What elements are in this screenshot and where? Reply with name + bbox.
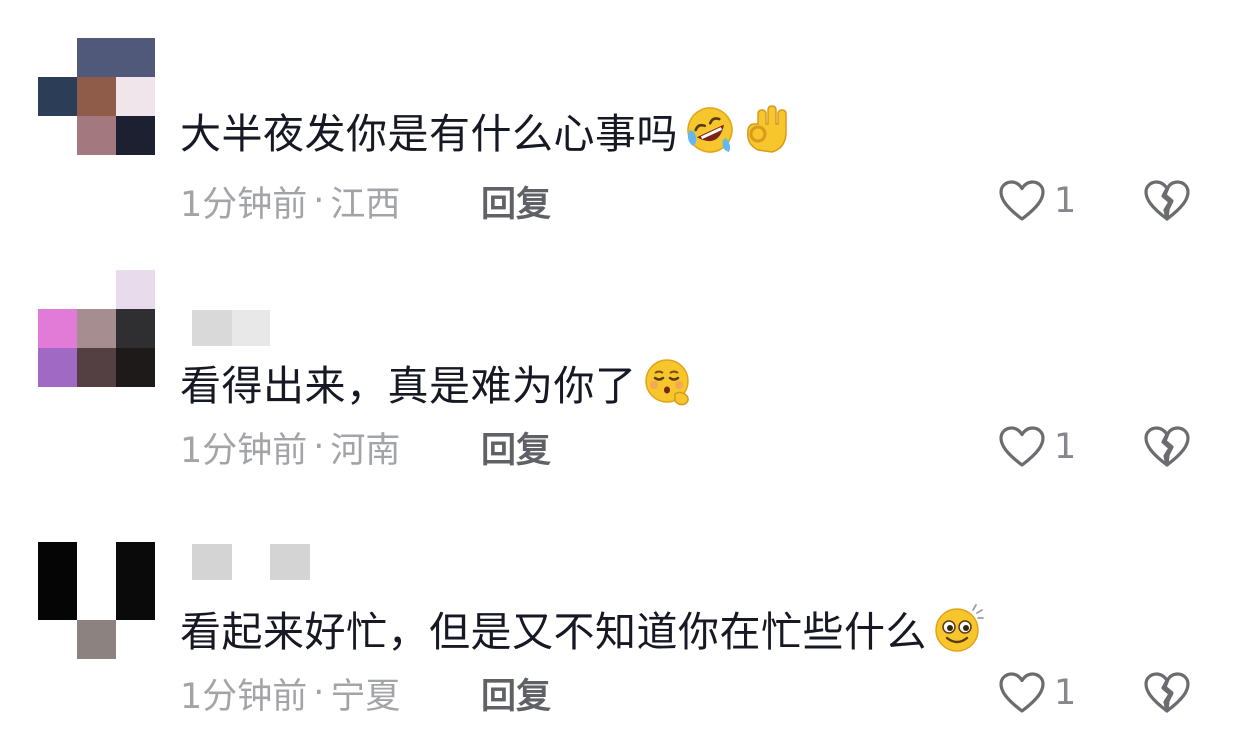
comment-location: 河南 bbox=[330, 430, 401, 471]
like-count: 1 bbox=[1054, 427, 1077, 467]
avatar-pixel bbox=[38, 542, 77, 620]
avatar-pixel bbox=[38, 309, 77, 348]
blur-block bbox=[232, 310, 270, 346]
avatar-pixel bbox=[116, 270, 155, 309]
reply-button[interactable]: 回复 bbox=[481, 178, 551, 225]
rofl-emoji-icon bbox=[684, 104, 736, 156]
avatar-pixel bbox=[77, 348, 116, 387]
dizzy-face-emoji-icon bbox=[933, 602, 985, 654]
comment-item: 大半夜发你是有什么心事吗 1分钟前 · 江西 回复 1 bbox=[0, 0, 1242, 246]
comment-text-row: 看起来好忙，但是又不知道你在忙些什么 bbox=[180, 598, 985, 658]
like-button[interactable]: 1 bbox=[998, 670, 1076, 716]
comment-location: 宁夏 bbox=[330, 676, 401, 717]
heart-outline-icon bbox=[999, 672, 1045, 713]
comment-time: 1分钟前 bbox=[180, 430, 308, 471]
heart-outline-icon bbox=[999, 180, 1045, 221]
avatar-pixel bbox=[77, 116, 116, 155]
avatar-pixel bbox=[116, 77, 155, 116]
comment-text-row: 大半夜发你是有什么心事吗 bbox=[180, 100, 794, 160]
blur-block bbox=[192, 310, 232, 346]
comment-text: 大半夜发你是有什么心事吗 bbox=[180, 110, 678, 158]
avatar[interactable] bbox=[38, 38, 155, 155]
avatar-pixel bbox=[38, 77, 77, 116]
heart-outline-icon bbox=[999, 426, 1045, 467]
broken-heart-icon bbox=[1144, 180, 1190, 221]
avatar[interactable] bbox=[38, 270, 155, 387]
avatar-pixel bbox=[38, 348, 77, 387]
comment-item: 看得出来，真是难为你了 1分钟前 · 河南 回复 1 bbox=[0, 246, 1242, 492]
dislike-button[interactable] bbox=[1142, 178, 1192, 224]
broken-heart-icon bbox=[1144, 426, 1190, 467]
broken-heart-icon bbox=[1144, 672, 1190, 713]
dislike-button[interactable] bbox=[1142, 424, 1192, 470]
avatar-pixel bbox=[116, 116, 155, 155]
avatar-pixel bbox=[77, 38, 155, 77]
hushed-face-emoji-icon bbox=[643, 356, 695, 408]
comment-text: 看得出来，真是难为你了 bbox=[180, 362, 637, 410]
ok-hand-emoji-icon bbox=[742, 104, 794, 156]
reply-button[interactable]: 回复 bbox=[481, 670, 551, 717]
comment-item: 看起来好忙，但是又不知道你在忙些什么 1分钟前 · 宁夏 回复 1 bbox=[0, 492, 1242, 738]
avatar-pixel bbox=[77, 542, 116, 620]
reply-button[interactable]: 回复 bbox=[481, 424, 551, 471]
avatar-pixel bbox=[116, 309, 155, 348]
comment-location: 江西 bbox=[330, 184, 401, 225]
dislike-button[interactable] bbox=[1142, 670, 1192, 716]
comment-text-row: 看得出来，真是难为你了 bbox=[180, 352, 695, 412]
avatar-pixel bbox=[77, 620, 116, 659]
meta-separator: · bbox=[313, 427, 325, 467]
like-count: 1 bbox=[1054, 673, 1077, 713]
avatar-pixel bbox=[77, 309, 116, 348]
like-button[interactable]: 1 bbox=[998, 424, 1076, 470]
comment-meta: 1分钟前 · 宁夏 bbox=[180, 670, 401, 717]
avatar-pixel bbox=[77, 77, 116, 116]
blur-block bbox=[192, 544, 232, 580]
avatar-pixel bbox=[116, 542, 155, 620]
blur-block bbox=[270, 544, 310, 580]
comment-meta: 1分钟前 · 江西 bbox=[180, 178, 401, 225]
comment-time: 1分钟前 bbox=[180, 184, 308, 225]
comment-meta: 1分钟前 · 河南 bbox=[180, 424, 401, 471]
like-button[interactable]: 1 bbox=[998, 178, 1076, 224]
avatar[interactable] bbox=[38, 542, 155, 659]
meta-separator: · bbox=[313, 673, 325, 713]
meta-separator: · bbox=[313, 181, 325, 221]
comment-text: 看起来好忙，但是又不知道你在忙些什么 bbox=[180, 608, 927, 656]
like-count: 1 bbox=[1054, 181, 1077, 221]
comment-time: 1分钟前 bbox=[180, 676, 308, 717]
avatar-pixel bbox=[116, 348, 155, 387]
